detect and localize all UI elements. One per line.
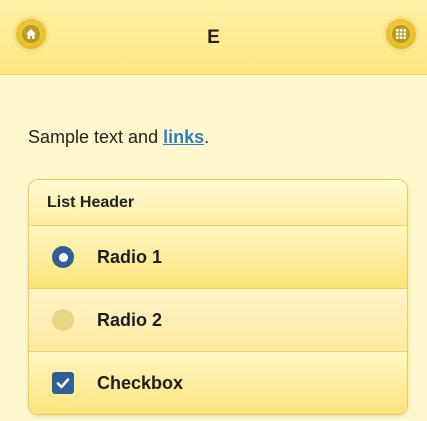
list-item-checkbox[interactable]: Checkbox (29, 352, 407, 414)
sample-text-prefix: Sample text and (28, 127, 164, 147)
radio-unchecked-icon[interactable] (52, 309, 74, 331)
list-header: List Header (29, 180, 407, 226)
grid-button[interactable] (386, 19, 416, 49)
header-bar: E (0, 0, 427, 75)
checkbox-label: Checkbox (97, 373, 184, 393)
radio-checked-icon[interactable] (52, 246, 74, 268)
grid-icon (392, 25, 410, 43)
list-item-radio-1[interactable]: Radio 1 (29, 226, 407, 289)
sample-text: Sample text and links. (28, 127, 209, 148)
links-link[interactable]: links (163, 127, 204, 147)
list-view: List Header Radio 1 Radio 2 Checkbox (28, 179, 408, 415)
radio-1-label: Radio 1 (97, 247, 163, 267)
checkbox-checked-icon[interactable] (52, 372, 74, 394)
page-title: E (207, 27, 220, 48)
sample-text-period: . (204, 127, 210, 147)
list-item-radio-2[interactable]: Radio 2 (29, 289, 407, 352)
radio-2-label: Radio 2 (97, 310, 163, 330)
